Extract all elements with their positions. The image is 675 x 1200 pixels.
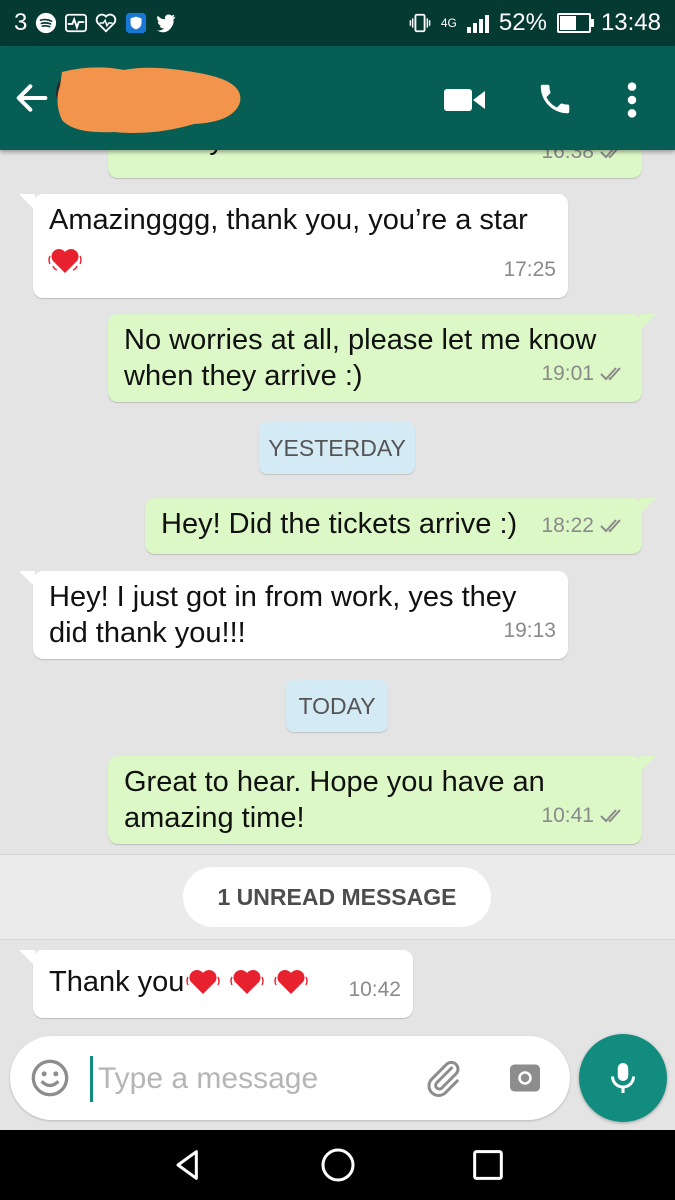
read-ticks-icon [600, 150, 618, 159]
notification-count: 3 [14, 9, 28, 36]
message-bubble-outgoing[interactable]: Hey! Did the tickets arrive :) 18:22 [145, 498, 656, 554]
chat-area[interactable]: delivery tomorrow 16:38 Amazingggg, than… [0, 150, 675, 1030]
message-time: 16:38 [541, 150, 594, 163]
network-type: 4G [440, 16, 457, 30]
date-divider: YESTERDAY [259, 422, 415, 474]
message-text: delivery tomorrow [124, 150, 353, 158]
message-bubble-outgoing[interactable]: No worries at all, please let me know wh… [108, 314, 656, 402]
attach-icon[interactable] [424, 1058, 464, 1098]
heart-emoji-icon [48, 249, 82, 273]
message-composer [10, 1036, 570, 1120]
read-ticks-icon [600, 519, 621, 533]
heart-rate-icon [96, 13, 117, 33]
voice-message-button[interactable] [579, 1034, 667, 1122]
heart-emoji-icon [186, 970, 220, 994]
vibrate-icon [409, 13, 431, 33]
contact-name-redaction [57, 67, 241, 133]
message-text: Amazingggg, thank you, you’re a star [49, 204, 528, 236]
voice-call-icon[interactable] [536, 80, 574, 118]
read-ticks-icon [600, 367, 621, 381]
video-call-icon[interactable] [444, 86, 486, 114]
heart-emoji-icon [230, 970, 264, 994]
battery-percent: 52% [498, 9, 547, 36]
message-time: 19:13 [503, 619, 556, 642]
unread-divider: 1 UNREAD MESSAGE [0, 854, 675, 940]
back-arrow-icon[interactable] [12, 78, 52, 118]
message-input[interactable] [96, 1054, 400, 1104]
emoji-icon[interactable] [30, 1058, 70, 1098]
battery-icon [556, 13, 594, 33]
message-text: Hey! Did the tickets arrive :) [161, 508, 518, 540]
chat-header [0, 46, 675, 150]
heart-emojis [185, 963, 309, 999]
heart-emoji-icon [274, 970, 308, 994]
nav-back-icon[interactable] [168, 1145, 208, 1185]
clock: 13:48 [600, 9, 661, 36]
activity-icon [65, 13, 88, 33]
date-divider: TODAY [286, 680, 388, 732]
message-bubble-incoming[interactable]: Hey! I just got in from work, yes they d… [19, 571, 568, 659]
message-text: Thank you [49, 966, 185, 998]
message-time: 10:41 [541, 804, 594, 827]
message-text: Hey! I just got in from work, yes they d… [49, 581, 517, 649]
message-time: 18:22 [541, 514, 594, 537]
message-time: 17:25 [503, 258, 556, 281]
message-bubble-incoming[interactable]: Thank you 10:42 [19, 950, 413, 1018]
twitter-icon [157, 14, 176, 33]
message-time: 19:01 [541, 362, 594, 385]
status-bar: 3 4G 52% 13:48 [0, 0, 675, 46]
nav-recents-icon[interactable] [468, 1145, 508, 1185]
system-nav-bar [0, 1130, 675, 1200]
message-bubble-outgoing[interactable]: Great to hear. Hope you have an amazing … [108, 756, 656, 844]
nav-home-icon[interactable] [318, 1145, 358, 1185]
shield-icon [126, 12, 147, 34]
message-time: 10:42 [348, 978, 401, 1001]
camera-icon[interactable] [506, 1060, 544, 1096]
read-ticks-icon [600, 809, 621, 823]
unread-badge: 1 UNREAD MESSAGE [183, 867, 491, 927]
text-cursor [90, 1056, 93, 1102]
message-bubble-incoming[interactable]: Amazingggg, thank you, you’re a star 17:… [19, 194, 568, 298]
message-text: Great to hear. Hope you have an amazing … [124, 766, 545, 834]
message-bubble-outgoing[interactable]: delivery tomorrow 16:38 [108, 150, 642, 178]
spotify-icon [36, 12, 57, 34]
microphone-icon [611, 1063, 635, 1093]
more-vert-icon[interactable] [622, 80, 642, 120]
signal-icon [466, 13, 489, 33]
message-text: No worries at all, please let me know wh… [124, 324, 597, 392]
